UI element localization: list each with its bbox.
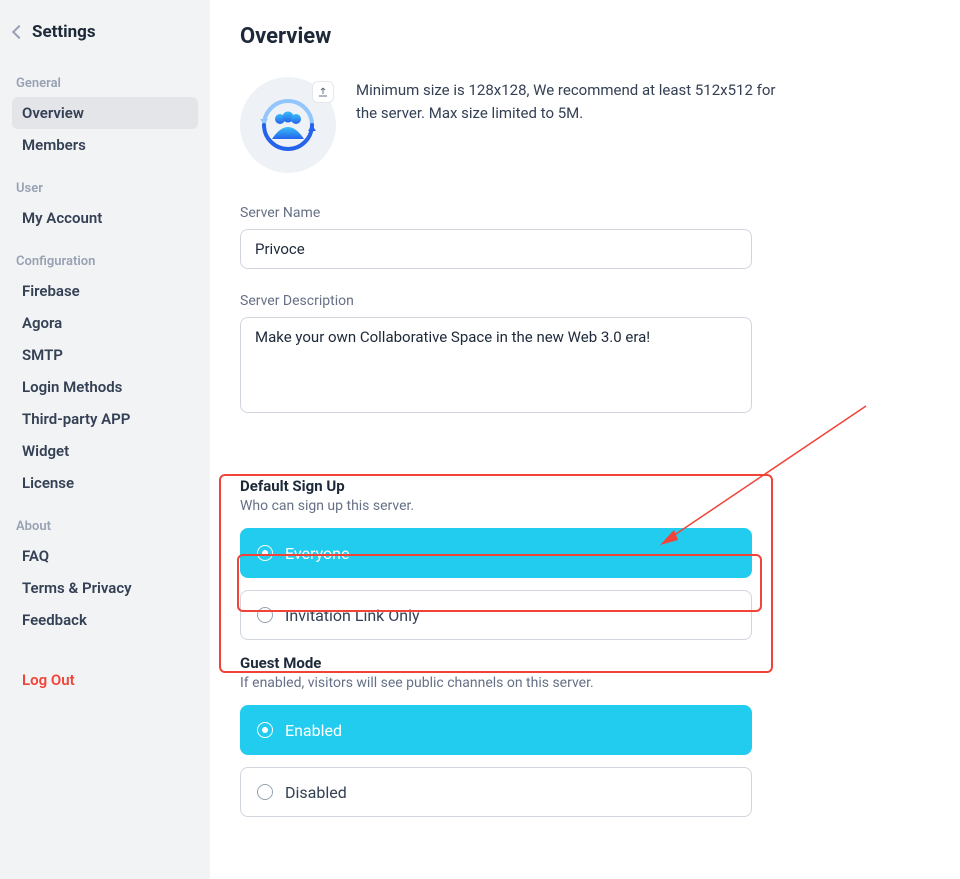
sidebar-item-firebase[interactable]: Firebase (12, 275, 198, 307)
server-name-label: Server Name (240, 205, 930, 221)
radio-icon (257, 722, 273, 738)
sidebar-item-login-methods[interactable]: Login Methods (12, 371, 198, 403)
radio-icon (257, 784, 273, 800)
section-header-about: About (12, 499, 198, 540)
guest-mode-section: Guest Mode If enabled, visitors will see… (240, 654, 930, 817)
radio-icon (257, 545, 273, 561)
section-header-user: User (12, 161, 198, 202)
server-name-field: Server Name (240, 205, 930, 269)
radio-icon (257, 607, 273, 623)
upload-icon[interactable] (312, 81, 334, 103)
sidebar-item-terms-privacy[interactable]: Terms & Privacy (12, 572, 198, 604)
sidebar-item-overview[interactable]: Overview (12, 97, 198, 129)
sidebar-item-logout[interactable]: Log Out (12, 664, 198, 696)
settings-title: Settings (32, 22, 96, 42)
guest-mode-title: Guest Mode (240, 654, 930, 672)
chevron-left-icon[interactable] (12, 25, 26, 39)
guest-option-label: Disabled (285, 783, 347, 802)
default-signup-title: Default Sign Up (240, 477, 930, 495)
server-description-input[interactable] (240, 317, 752, 413)
sidebar-item-widget[interactable]: Widget (12, 435, 198, 467)
guest-mode-subtitle: If enabled, visitors will see public cha… (240, 675, 930, 691)
sidebar: Settings General Overview Members User M… (0, 0, 210, 879)
guest-option-disabled[interactable]: Disabled (240, 767, 752, 817)
server-description-field: Server Description (240, 293, 930, 417)
signup-option-invitation-only[interactable]: Invitation Link Only (240, 590, 752, 640)
sidebar-item-my-account[interactable]: My Account (12, 202, 198, 234)
guest-option-enabled[interactable]: Enabled (240, 705, 752, 755)
server-avatar-hint: Minimum size is 128x128, We recommend at… (356, 77, 776, 124)
sidebar-item-faq[interactable]: FAQ (12, 540, 198, 572)
sidebar-item-smtp[interactable]: SMTP (12, 339, 198, 371)
default-signup-section: Default Sign Up Who can sign up this ser… (240, 477, 930, 640)
default-signup-subtitle: Who can sign up this server. (240, 498, 930, 514)
signup-option-label: Invitation Link Only (285, 606, 420, 625)
sidebar-item-agora[interactable]: Agora (12, 307, 198, 339)
server-avatar[interactable] (240, 77, 336, 173)
server-name-input[interactable] (240, 229, 752, 269)
page-title: Overview (240, 24, 930, 49)
sidebar-item-third-party-app[interactable]: Third-party APP (12, 403, 198, 435)
main-content: Overview (210, 0, 960, 879)
sidebar-header: Settings (12, 22, 198, 56)
section-header-configuration: Configuration (12, 234, 198, 275)
sidebar-item-feedback[interactable]: Feedback (12, 604, 198, 636)
sidebar-item-license[interactable]: License (12, 467, 198, 499)
sidebar-item-members[interactable]: Members (12, 129, 198, 161)
server-avatar-row: Minimum size is 128x128, We recommend at… (240, 77, 930, 173)
signup-option-label: Everyone (285, 544, 349, 563)
section-header-general: General (12, 56, 198, 97)
guest-option-label: Enabled (285, 721, 342, 740)
server-description-label: Server Description (240, 293, 930, 309)
signup-option-everyone[interactable]: Everyone (240, 528, 752, 578)
